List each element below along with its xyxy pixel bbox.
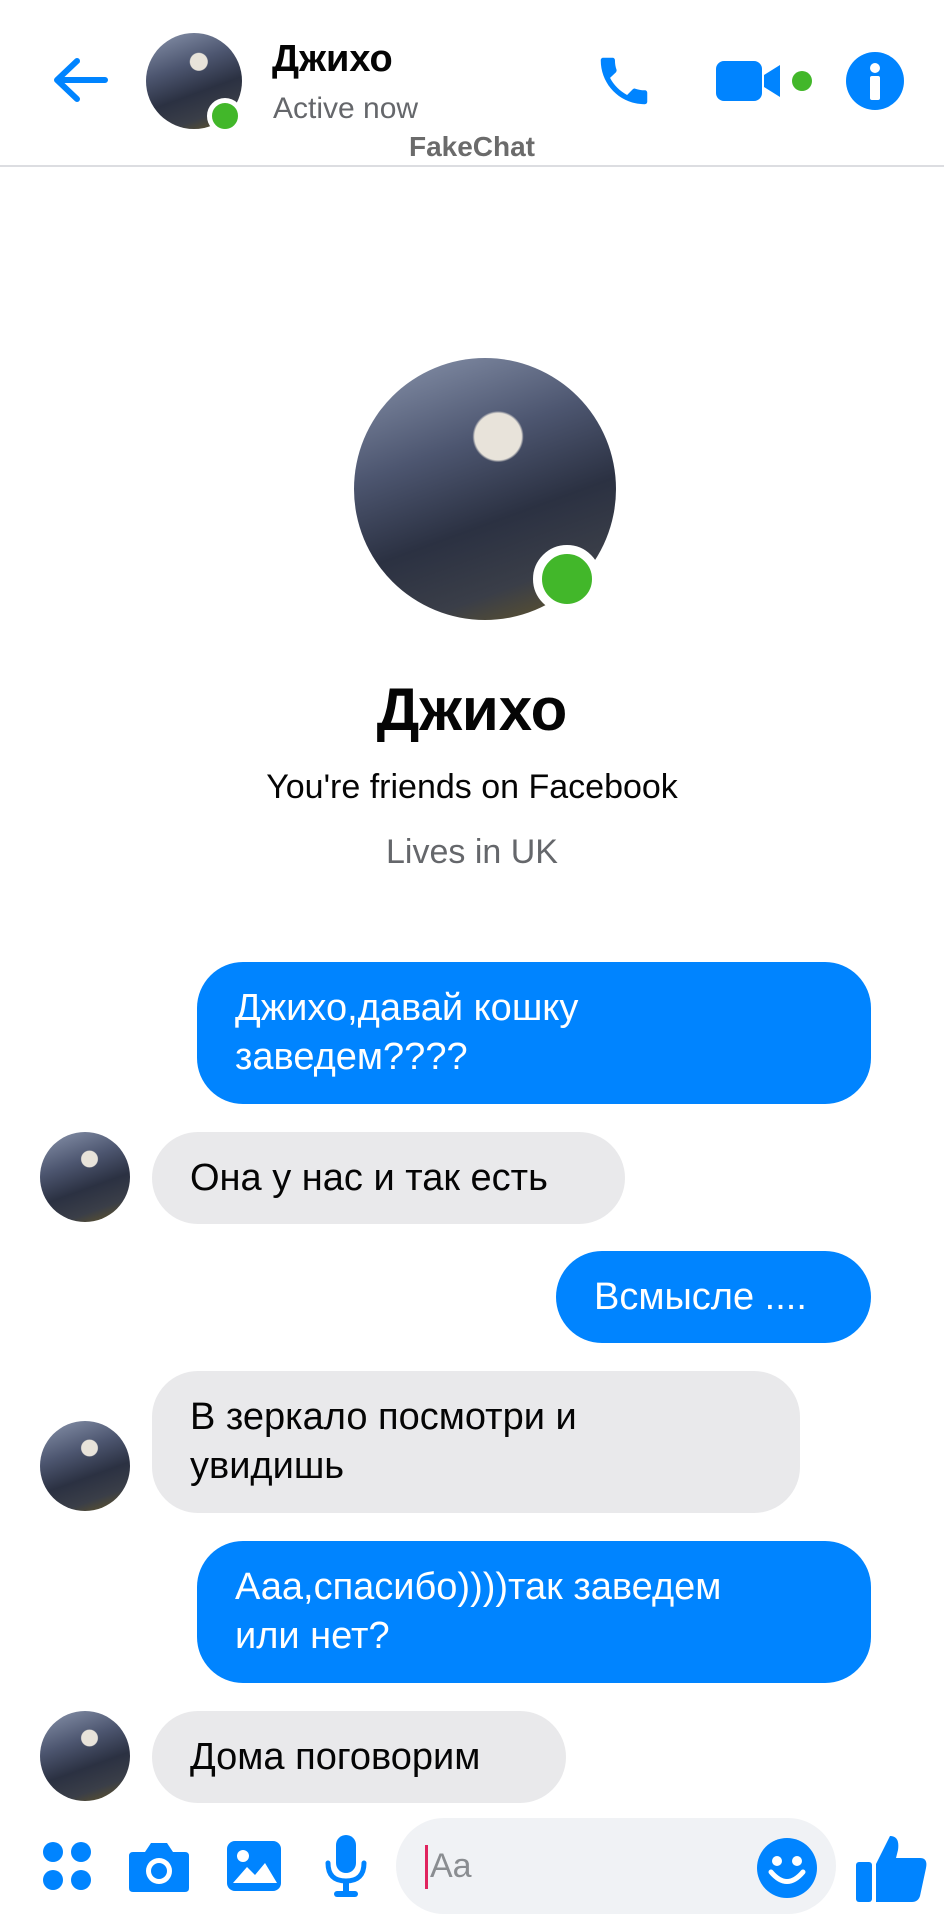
message-bubble[interactable]: Джихо,давай кошку заведем???? xyxy=(197,962,871,1104)
gallery-button[interactable] xyxy=(222,1834,286,1898)
sender-avatar xyxy=(40,1711,130,1801)
video-camera-icon xyxy=(716,61,780,101)
camera-button[interactable] xyxy=(124,1834,194,1898)
smiley-icon xyxy=(757,1838,817,1898)
info-icon xyxy=(870,63,880,100)
contact-name[interactable]: Джихо xyxy=(272,38,393,81)
message-bubble[interactable]: Она у нас и так есть xyxy=(152,1132,625,1224)
video-online-dot xyxy=(792,71,812,91)
message-bubble[interactable]: Ааа,спасибо))))так заведем или нет? xyxy=(197,1541,871,1683)
apps-button[interactable] xyxy=(36,1835,98,1897)
profile-online-indicator xyxy=(533,545,601,613)
message-input[interactable] xyxy=(430,1835,730,1897)
image-icon xyxy=(227,1841,281,1891)
active-status: Active now xyxy=(273,92,419,125)
message-bubble[interactable]: Дома поговорим xyxy=(152,1711,566,1803)
video-call-button[interactable] xyxy=(714,52,790,110)
profile-name: Джихо xyxy=(376,676,568,743)
sender-avatar xyxy=(40,1132,130,1222)
call-button[interactable] xyxy=(588,46,660,116)
microphone-button[interactable] xyxy=(318,1832,374,1900)
arrow-left-icon xyxy=(54,58,108,102)
friends-status: You're friends on Facebook xyxy=(266,768,678,806)
like-button[interactable] xyxy=(852,1828,932,1908)
text-cursor xyxy=(425,1845,428,1889)
phone-icon xyxy=(600,57,648,105)
message-bubble[interactable]: В зеркало посмотри и увидишь xyxy=(152,1371,800,1513)
camera-icon xyxy=(129,1843,189,1892)
apps-grid-icon xyxy=(43,1842,91,1890)
thumbs-up-icon xyxy=(856,1836,927,1902)
info-button[interactable] xyxy=(846,52,904,110)
header-online-indicator xyxy=(207,98,243,134)
location-text: Lives in UK xyxy=(386,833,558,871)
emoji-button[interactable] xyxy=(755,1836,819,1900)
message-bubble[interactable]: Всмысле .... xyxy=(556,1251,871,1343)
watermark: FakeChat xyxy=(408,131,536,162)
back-button[interactable] xyxy=(48,48,112,112)
sender-avatar xyxy=(40,1421,130,1511)
microphone-icon xyxy=(325,1835,367,1897)
